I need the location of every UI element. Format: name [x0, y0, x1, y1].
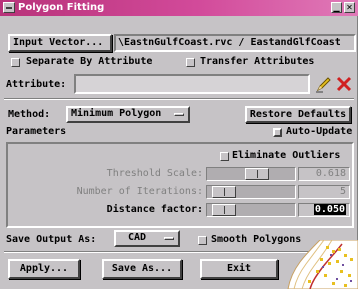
slider-thumb[interactable] — [212, 204, 236, 216]
save-output-label: Save Output As: — [6, 234, 97, 245]
polygon-fitting-window: Polygon Fitting ▁ ✕ Input Vector... \Eas… — [0, 0, 358, 289]
eliminate-outliers-label: Eliminate Outliers — [232, 150, 341, 161]
restore-defaults-button[interactable]: Restore Defaults — [245, 106, 351, 123]
iterations-value[interactable]: 5 — [298, 185, 350, 199]
distance-factor-label: Distance factor: — [106, 204, 203, 215]
threshold-scale-value[interactable]: 0.618 — [298, 167, 350, 181]
slider-thumb[interactable] — [245, 168, 269, 180]
attribute-label: Attribute: — [6, 79, 67, 90]
distance-factor-value-text: 0.050 — [313, 204, 346, 215]
distance-factor-value[interactable]: 0.050 — [298, 203, 350, 217]
save-output-selected-value: CAD — [128, 232, 147, 243]
auto-update-label: Auto-Update — [286, 126, 353, 137]
eliminate-outliers-checkbox[interactable] — [220, 152, 229, 161]
window-title: Polygon Fitting — [18, 2, 105, 13]
distance-factor-slider[interactable] — [206, 203, 296, 217]
separator — [4, 98, 354, 100]
transfer-attributes-label: Transfer Attributes — [200, 56, 315, 67]
threshold-scale-slider[interactable] — [206, 167, 296, 181]
auto-update-checkmark-icon[interactable] — [273, 128, 282, 137]
title-bar[interactable]: Polygon Fitting ▁ ✕ — [0, 0, 358, 16]
method-selected-value: Minimum Polygon — [71, 108, 162, 119]
save-as-button[interactable]: Save As... — [102, 259, 182, 279]
dropdown-icon — [164, 237, 174, 240]
exit-button[interactable]: Exit — [200, 259, 278, 279]
smooth-polygons-checkbox[interactable] — [198, 236, 207, 245]
save-output-select[interactable]: CAD — [114, 230, 180, 247]
parameters-heading: Parameters — [6, 126, 67, 137]
minimize-icon[interactable]: ▁ — [331, 2, 342, 13]
iterations-slider[interactable] — [206, 185, 296, 199]
separate-by-attribute-checkbox[interactable] — [11, 58, 20, 67]
transfer-attributes-checkbox[interactable] — [186, 58, 195, 67]
slider-thumb[interactable] — [212, 186, 236, 198]
threshold-scale-label: Threshold Scale: — [106, 168, 203, 179]
attribute-field[interactable] — [74, 74, 310, 94]
input-path-field: \EastnGulfCoast.rvc / EastandGlfCoast — [114, 34, 356, 52]
pencil-icon[interactable] — [315, 75, 333, 93]
map-preview-thumbnail — [280, 240, 358, 289]
close-icon[interactable]: ✕ — [344, 2, 355, 13]
dropdown-icon — [174, 113, 184, 116]
separate-by-attribute-label: Separate By Attribute — [26, 56, 153, 67]
method-select[interactable]: Minimum Polygon — [66, 106, 190, 123]
delete-x-icon[interactable] — [336, 76, 352, 92]
input-vector-button[interactable]: Input Vector... — [8, 34, 112, 52]
iterations-label: Number of Iterations: — [76, 186, 203, 197]
method-label: Method: — [8, 109, 51, 120]
apply-button[interactable]: Apply... — [8, 259, 80, 279]
window-menu-icon[interactable] — [3, 2, 15, 13]
